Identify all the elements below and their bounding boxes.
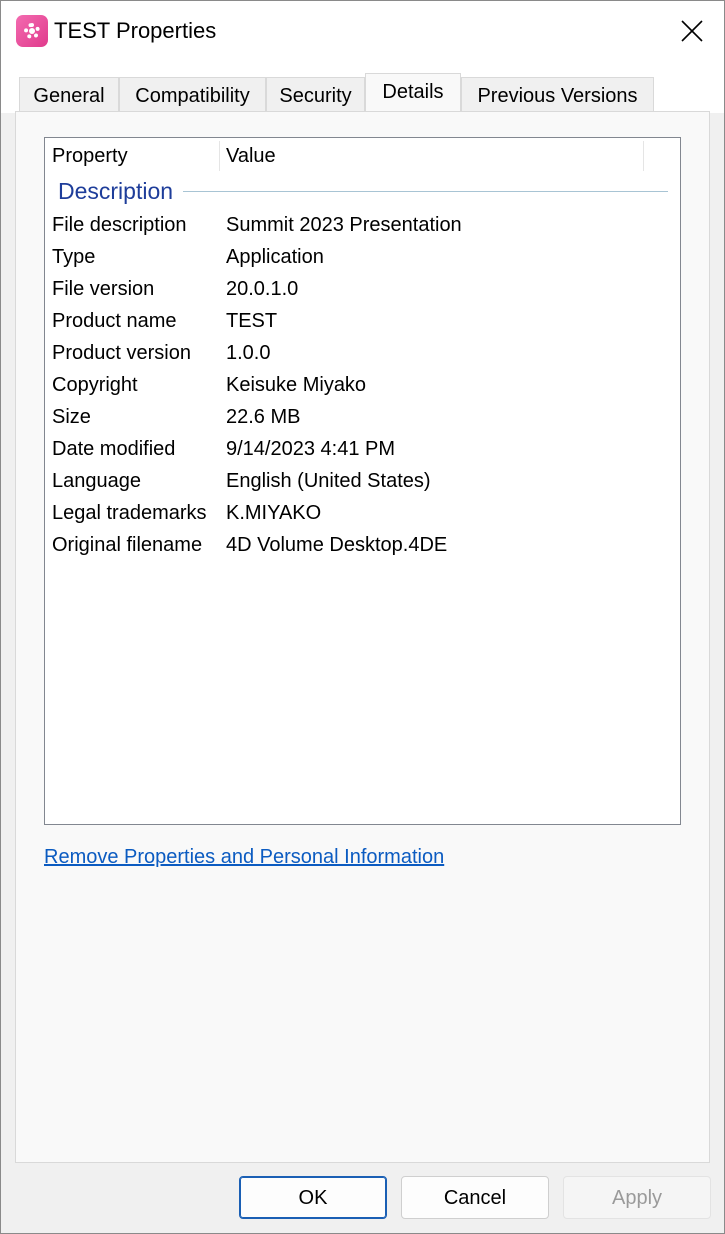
properties-dialog: TEST Properties General Compatibility Se… xyxy=(0,0,725,1234)
property-name: Product version xyxy=(52,342,191,364)
property-name: Original filename xyxy=(52,534,203,556)
property-value: K.MIYAKO xyxy=(226,502,322,524)
details-list[interactable]: Property Value Description File descript… xyxy=(44,137,681,825)
property-value: 22.6 MB xyxy=(226,406,301,428)
property-value: TEST xyxy=(226,310,278,332)
app-icon xyxy=(16,15,48,47)
ok-button[interactable]: OK xyxy=(239,1176,387,1219)
close-icon xyxy=(681,20,703,42)
list-item[interactable]: Original filename 4D Volume Desktop.4DE xyxy=(45,530,680,562)
property-name: Legal trademarks xyxy=(52,502,207,524)
property-name: Type xyxy=(52,246,96,268)
list-item[interactable]: File description Summit 2023 Presentatio… xyxy=(45,210,680,242)
tab-previous-versions[interactable]: Previous Versions xyxy=(461,77,654,112)
property-name: Language xyxy=(52,470,141,492)
remove-properties-link[interactable]: Remove Properties and Personal Informati… xyxy=(44,846,444,869)
property-value: Keisuke Miyako xyxy=(226,374,367,396)
column-property[interactable]: Property xyxy=(45,138,219,173)
close-button[interactable] xyxy=(661,1,723,61)
property-name: File version xyxy=(52,278,155,300)
column-divider[interactable] xyxy=(643,141,644,171)
property-value: Application xyxy=(226,246,324,268)
tab-strip: General Compatibility Security Details P… xyxy=(1,61,724,113)
property-name: Size xyxy=(52,406,91,428)
property-value: English (United States) xyxy=(226,470,431,492)
list-item[interactable]: File version 20.0.1.0 xyxy=(45,274,680,306)
group-divider xyxy=(183,191,668,192)
column-value[interactable]: Value xyxy=(219,138,643,173)
column-header: Property Value xyxy=(45,138,680,173)
list-item[interactable]: Product name TEST xyxy=(45,306,680,338)
property-value: 20.0.1.0 xyxy=(226,278,299,300)
list-item[interactable]: Size 22.6 MB xyxy=(45,402,680,434)
list-item[interactable]: Copyright Keisuke Miyako xyxy=(45,370,680,402)
group-title: Description xyxy=(58,178,178,205)
property-value: 9/14/2023 4:41 PM xyxy=(226,438,396,460)
group-header-description: Description xyxy=(58,178,668,208)
cancel-button[interactable]: Cancel xyxy=(401,1176,549,1219)
tab-details[interactable]: Details xyxy=(365,73,461,113)
property-value: Summit 2023 Presentation xyxy=(226,214,462,236)
property-value: 4D Volume Desktop.4DE xyxy=(226,534,448,556)
list-item[interactable]: Legal trademarks K.MIYAKO xyxy=(45,498,680,530)
property-name: Copyright xyxy=(52,374,138,396)
apply-button[interactable]: Apply xyxy=(563,1176,711,1219)
list-item[interactable]: Language English (United States) xyxy=(45,466,680,498)
details-panel: Property Value Description File descript… xyxy=(15,111,710,1163)
tab-security[interactable]: Security xyxy=(266,77,365,112)
list-item[interactable]: Product version 1.0.0 xyxy=(45,338,680,370)
property-value: 1.0.0 xyxy=(226,342,271,364)
list-item[interactable]: Date modified 9/14/2023 4:41 PM xyxy=(45,434,680,466)
property-name: Date modified xyxy=(52,438,176,460)
tab-general[interactable]: General xyxy=(19,77,119,112)
title-bar: TEST Properties xyxy=(1,1,724,61)
list-item[interactable]: Type Application xyxy=(45,242,680,274)
property-name: Product name xyxy=(52,310,177,332)
property-name: File description xyxy=(52,214,187,236)
window-title: TEST Properties xyxy=(54,18,217,43)
tab-compatibility[interactable]: Compatibility xyxy=(119,77,266,112)
